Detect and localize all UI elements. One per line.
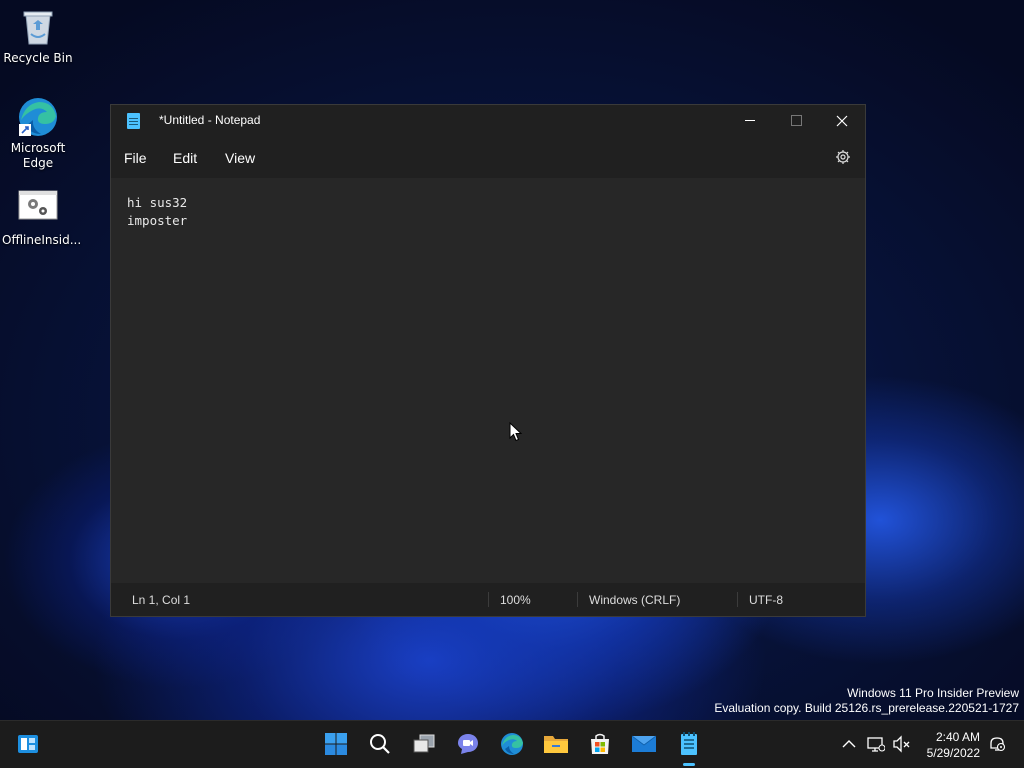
notepad-icon	[681, 732, 697, 755]
clock-time: 2:40 AM	[935, 730, 980, 744]
encoding: UTF-8	[749, 593, 783, 607]
close-icon	[836, 115, 848, 126]
close-button[interactable]	[819, 105, 865, 136]
desktop-icon-label: OfflineInsid...	[2, 233, 82, 247]
watermark-line: Evaluation copy. Build 25126.rs_prerelea…	[714, 701, 1019, 715]
notepad-taskbar-button[interactable]	[675, 730, 703, 758]
window-title: *Untitled - Notepad	[159, 113, 261, 127]
minimize-button[interactable]	[727, 105, 773, 136]
zoom-level: 100%	[500, 593, 531, 607]
start-button[interactable]	[322, 730, 350, 758]
mail-button[interactable]	[630, 730, 658, 758]
notepad-window: *Untitled - Notepad File Edit View hi su…	[110, 104, 866, 617]
evaluation-watermark: Windows 11 Pro Insider Preview Evaluatio…	[714, 686, 1019, 716]
menu-bar: File Edit View	[111, 136, 865, 178]
edge-icon	[17, 96, 59, 138]
notification-settings-icon[interactable]	[988, 735, 1006, 753]
text-editor[interactable]: hi sus32 imposter	[111, 178, 865, 583]
system-clock[interactable]: 2:40 AM 5/29/2022	[927, 729, 980, 761]
desktop-icon-label: Recycle Bin	[3, 51, 73, 65]
active-app-indicator	[683, 763, 695, 766]
editor-line: hi sus32	[127, 195, 188, 210]
status-divider	[488, 592, 489, 607]
status-divider	[737, 592, 738, 607]
file-explorer-icon	[544, 736, 568, 753]
notepad-app-icon	[127, 113, 140, 129]
menu-view[interactable]: View	[225, 150, 255, 166]
mail-icon	[631, 735, 657, 752]
taskbar: 2:40 AM 5/29/2022	[0, 720, 1024, 768]
gears-icon	[17, 188, 59, 230]
desktop-icon-edge[interactable]: Microsoft Edge	[2, 96, 74, 171]
task-view-icon	[413, 734, 435, 753]
status-divider	[577, 592, 578, 607]
menu-edit[interactable]: Edit	[173, 150, 197, 166]
edge-icon	[501, 733, 523, 755]
store-icon	[591, 733, 609, 754]
search-icon	[370, 734, 390, 754]
chevron-up-icon[interactable]	[840, 735, 858, 753]
settings-gear-icon[interactable]	[835, 149, 851, 165]
start-icon	[325, 733, 347, 755]
watermark-line: Windows 11 Pro Insider Preview	[847, 686, 1019, 700]
maximize-icon	[790, 115, 802, 126]
desktop-icon-label: Microsoft Edge	[10, 141, 66, 170]
line-ending: Windows (CRLF)	[589, 593, 681, 607]
clock-date: 5/29/2022	[926, 746, 980, 760]
widgets-button[interactable]	[14, 730, 42, 758]
task-view-button[interactable]	[410, 730, 438, 758]
mouse-cursor-icon	[509, 422, 523, 442]
edge-taskbar-button[interactable]	[498, 730, 526, 758]
volume-muted-icon[interactable]	[893, 735, 911, 753]
menu-file[interactable]: File	[124, 150, 147, 166]
chat-icon	[458, 734, 478, 754]
recycle-bin-icon	[17, 6, 59, 48]
title-bar[interactable]: *Untitled - Notepad	[111, 105, 865, 136]
editor-content[interactable]: hi sus32 imposter	[127, 194, 187, 230]
desktop-icon-offlineinsider[interactable]: OfflineInsid...	[2, 188, 82, 248]
network-icon[interactable]	[867, 735, 885, 753]
desktop-icon-recycle-bin[interactable]: Recycle Bin	[2, 6, 74, 66]
cursor-position: Ln 1, Col 1	[132, 593, 191, 607]
search-button[interactable]	[366, 730, 394, 758]
maximize-button[interactable]	[773, 105, 819, 136]
editor-line: imposter	[127, 213, 188, 228]
store-button[interactable]	[586, 730, 614, 758]
widgets-icon	[18, 735, 38, 753]
minimize-icon	[745, 120, 755, 121]
status-bar: Ln 1, Col 1 100% Windows (CRLF) UTF-8	[111, 583, 865, 616]
file-explorer-button[interactable]	[542, 730, 570, 758]
chat-button[interactable]	[454, 730, 482, 758]
